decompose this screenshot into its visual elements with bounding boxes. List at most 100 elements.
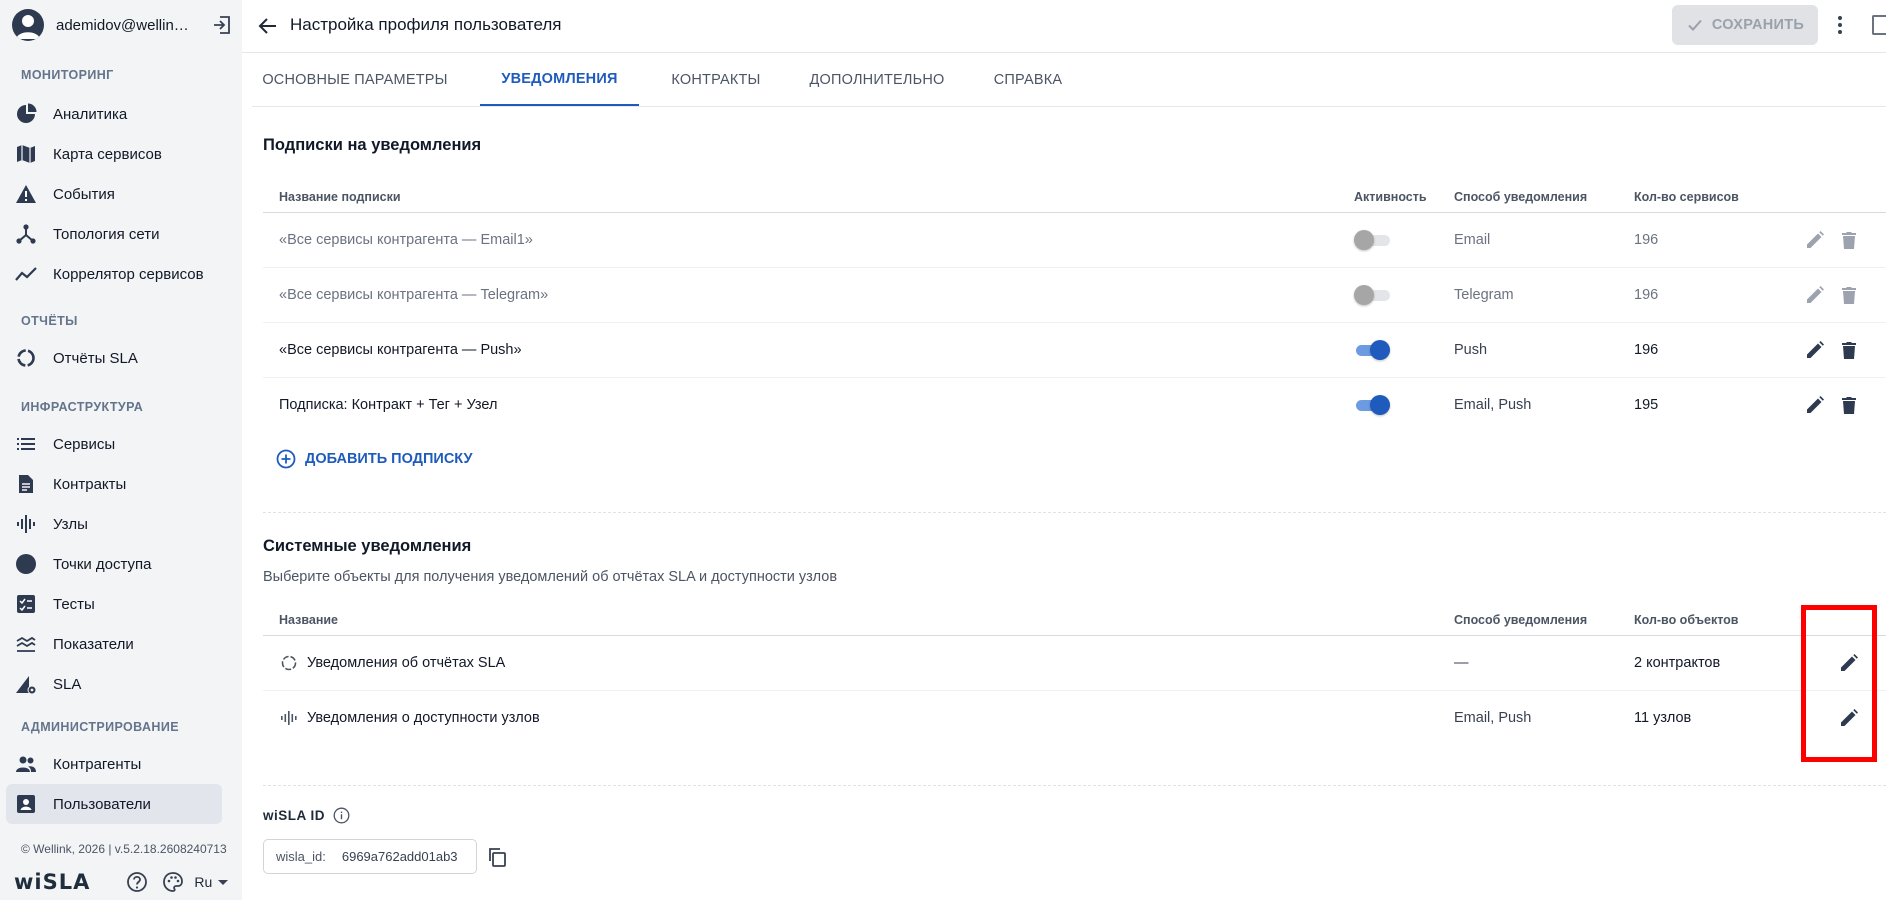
sidebar-item-nodes[interactable]: Узлы [6, 504, 222, 544]
info-icon[interactable] [333, 807, 350, 824]
column-header: Способ уведомления [1454, 613, 1588, 627]
sidebar-item-contracts[interactable]: Контракты [6, 464, 222, 504]
sidebar-item-tests[interactable]: Тесты [6, 584, 222, 624]
delete-icon[interactable] [1837, 283, 1861, 307]
sidebar-item-events[interactable]: События [6, 174, 222, 214]
sidebar-item-users[interactable]: Пользователи [6, 784, 222, 824]
wisla-id-title: wiSLA ID [263, 808, 326, 823]
save-button[interactable]: СОХРАНИТЬ [1672, 5, 1818, 45]
column-header: Кол-во сервисов [1634, 190, 1739, 204]
sidebar-item-label: Тесты [53, 595, 95, 613]
activity-toggle[interactable] [1354, 340, 1390, 360]
tab-help[interactable]: СПРАВКА [978, 54, 1078, 106]
services-count: 195 [1634, 397, 1659, 413]
tab-contracts[interactable]: КОНТРАКТЫ [654, 54, 778, 106]
more-vertical-icon[interactable] [1828, 12, 1852, 38]
checklist-icon [14, 592, 38, 616]
pie-chart-icon [14, 102, 38, 126]
notification-method: Telegram [1454, 287, 1514, 303]
edit-icon[interactable] [1803, 393, 1827, 417]
delete-icon[interactable] [1837, 393, 1861, 417]
sidebar: ademidov@wellink... МОНИТОРИНГ Аналитика… [0, 0, 242, 900]
check-icon [1688, 19, 1702, 31]
subscription-name: «Все сервисы контрагента — Telegram» [279, 287, 549, 303]
tab-label: СПРАВКА [993, 72, 1063, 88]
activity-toggle[interactable] [1354, 230, 1390, 250]
row-divider [263, 377, 1886, 378]
language-value: Ru [194, 874, 213, 890]
notification-method: Email, Push [1454, 397, 1532, 413]
add-subscription-button[interactable]: ДОБАВИТЬ ПОДПИСКУ [276, 449, 473, 469]
sidebar-item-analytics[interactable]: Аналитика [6, 94, 222, 134]
section-monitoring: МОНИТОРИНГ [21, 68, 114, 82]
copy-icon[interactable] [485, 845, 509, 869]
sidebar-item-services[interactable]: Сервисы [6, 424, 222, 464]
row-divider [263, 690, 1886, 691]
sla-settings-icon [14, 672, 38, 696]
back-arrow-icon[interactable] [254, 12, 282, 40]
sidebar-item-sla[interactable]: SLA [6, 664, 222, 704]
activity-toggle[interactable] [1354, 395, 1390, 415]
objects-count: 2 контрактов [1634, 655, 1721, 671]
user-card-icon [14, 792, 38, 816]
user-profile[interactable]: ademidov@wellink... [12, 8, 234, 42]
copyright: © Wellink, 2026 | v.5.2.18.2608240713 [21, 842, 227, 856]
section-reports: ОТЧЁТЫ [21, 314, 78, 328]
subscription-name: «Все сервисы контрагента — Email1» [279, 232, 533, 248]
document-icon [14, 472, 38, 496]
sidebar-item-service-map[interactable]: Карта сервисов [6, 134, 222, 174]
sidebar-item-label: Контрагенты [53, 755, 142, 773]
page-title: Настройка профиля пользователя [290, 15, 562, 34]
nodes-icon [14, 512, 38, 536]
section-divider [263, 785, 1886, 786]
system-notification-name: Уведомления о доступности узлов [307, 710, 540, 726]
wisla-id-value: 6969a762add01ab3 [341, 849, 458, 864]
trend-icon [14, 262, 38, 286]
user-avatar-icon [16, 15, 40, 39]
section-administration: АДМИНИСТРИРОВАНИЕ [21, 720, 179, 734]
edit-icon[interactable] [1803, 283, 1827, 307]
user-email: ademidov@wellink... [56, 16, 192, 34]
topology-icon [14, 222, 38, 246]
sidebar-item-counterparties[interactable]: Контрагенты [6, 744, 222, 784]
activity-toggle[interactable] [1354, 285, 1390, 305]
indicators-icon [14, 632, 38, 656]
sidebar-item-correlator[interactable]: Коррелятор сервисов [6, 254, 222, 294]
subscription-name: «Все сервисы контрагента — Push» [279, 342, 522, 358]
tab-basic-parameters[interactable]: ОСНОВНЫЕ ПАРАМЕТРЫ [252, 54, 458, 106]
sidebar-item-indicators[interactable]: Показатели [6, 624, 222, 664]
panel-toggle-icon[interactable] [1872, 15, 1886, 35]
system-notifications-title: Системные уведомления [263, 537, 472, 555]
page-header: Настройка профиля пользователя СОХРАНИТЬ [242, 0, 1886, 53]
edit-icon[interactable] [1803, 338, 1827, 362]
sidebar-footer: wiSLA Ru [14, 870, 230, 894]
sidebar-item-sla-reports[interactable]: Отчёты SLA [6, 338, 222, 378]
palette-icon[interactable] [162, 871, 184, 893]
logout-icon[interactable] [210, 13, 234, 37]
warning-icon [14, 182, 38, 206]
tab-notifications[interactable]: УВЕДОМЛЕНИЯ [480, 54, 639, 106]
sidebar-item-topology[interactable]: Топология сети [6, 214, 222, 254]
column-header: Название [279, 613, 339, 627]
wisla-id-field[interactable]: wisla_id: 6969a762add01ab3 [263, 839, 477, 874]
help-icon[interactable] [126, 871, 148, 893]
services-count: 196 [1634, 287, 1659, 303]
delete-icon[interactable] [1837, 338, 1861, 362]
column-header: Название подписки [279, 190, 401, 204]
sidebar-item-label: Карта сервисов [53, 145, 162, 163]
tab-label: ОСНОВНЫЕ ПАРАМЕТРЫ [262, 72, 448, 88]
add-circle-icon [276, 449, 296, 469]
subscriptions-title: Подписки на уведомления [263, 136, 482, 154]
services-count: 196 [1634, 232, 1659, 248]
section-infrastructure: ИНФРАСТРУКТУРА [21, 400, 144, 414]
delete-icon[interactable] [1837, 228, 1861, 252]
sidebar-item-label: Узлы [53, 515, 88, 533]
sidebar-item-access-points[interactable]: Точки доступа [6, 544, 222, 584]
language-select[interactable]: Ru [194, 874, 230, 890]
edit-icon[interactable] [1803, 228, 1827, 252]
nodes-icon [279, 708, 299, 728]
services-count: 196 [1634, 342, 1659, 358]
tab-additional[interactable]: ДОПОЛНИТЕЛЬНО [797, 54, 957, 106]
notification-method: — [1454, 655, 1469, 671]
wisla-id-label: wiSLA ID [263, 807, 350, 824]
